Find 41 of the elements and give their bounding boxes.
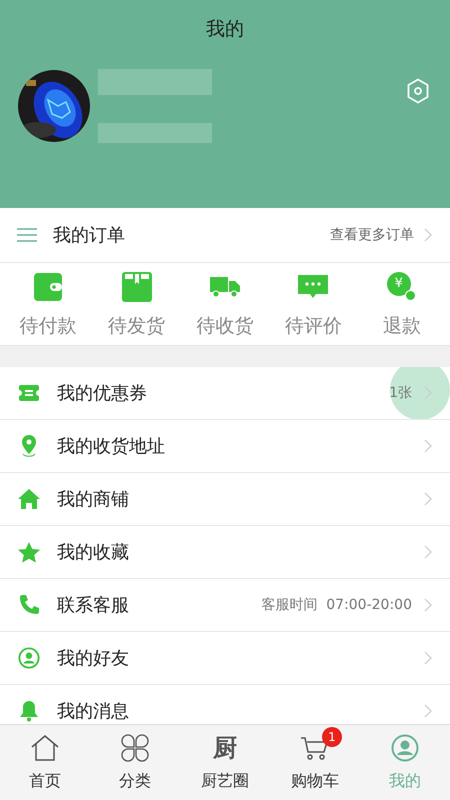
star-icon	[18, 542, 40, 562]
menu-detail: 1张	[389, 384, 412, 402]
chevron-icon	[424, 228, 432, 242]
ticket-icon	[18, 384, 40, 402]
house-icon	[18, 489, 40, 509]
order-status-button[interactable]: 待发货	[96, 271, 177, 339]
chevron-icon	[424, 704, 432, 718]
bell-icon	[19, 700, 39, 722]
chat-icon	[298, 275, 328, 299]
tab[interactable]: 分类	[90, 725, 180, 800]
order-status-button[interactable]: ¥ 退款	[362, 271, 442, 339]
profile-icon	[391, 734, 419, 762]
kitchen-glyph-icon: 厨	[213, 732, 237, 764]
menu-detail: 客服时间 07:00-20:00	[261, 596, 412, 614]
chevron-icon	[424, 545, 432, 559]
phone-icon	[18, 594, 40, 616]
yen-sign: ¥	[386, 272, 411, 296]
section-title: 我的订单	[53, 224, 126, 247]
chevron-icon	[424, 386, 432, 400]
location-pin-icon	[20, 434, 38, 458]
wallet-icon	[33, 272, 64, 302]
clover-icon	[120, 733, 150, 763]
truck-icon	[210, 276, 240, 298]
count-badge: 1	[322, 727, 342, 747]
order-status-button[interactable]: 待付款	[8, 271, 88, 339]
more-orders-link[interactable]: 查看更多订单	[330, 226, 432, 244]
order-status-button[interactable]: 待收货	[184, 271, 265, 339]
tab[interactable]: 首页	[0, 725, 90, 800]
menu-item[interactable]: 我的优惠券 1张	[0, 367, 450, 420]
page-title: 我的	[205, 17, 245, 42]
tab[interactable]: 厨 厨艺圈	[180, 725, 270, 800]
order-status-button[interactable]: 待评价	[273, 271, 354, 339]
tab[interactable]: 1 购物车	[270, 725, 360, 800]
user-icon	[18, 646, 40, 670]
home-icon	[30, 735, 60, 761]
chevron-icon	[424, 492, 432, 506]
chevron-icon	[424, 598, 432, 612]
chevron-icon	[424, 439, 432, 453]
box-icon	[122, 272, 152, 302]
chevron-icon	[424, 651, 432, 665]
menu-icon	[17, 228, 37, 242]
